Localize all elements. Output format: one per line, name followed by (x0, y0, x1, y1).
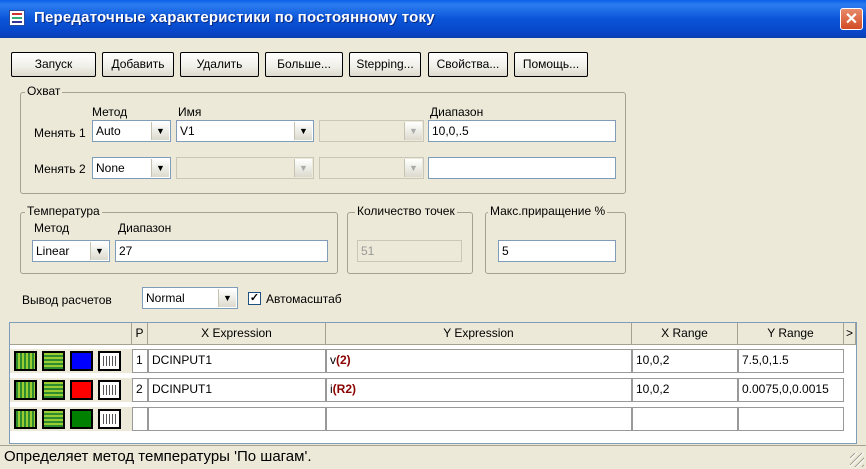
chevron-down-icon[interactable]: ▼ (151, 159, 169, 177)
table-header-corner (10, 323, 132, 345)
max-step-group-label: Макс.приращение % (488, 204, 608, 218)
y-argument: (2) (336, 353, 351, 367)
temperature-range-label: Диапазон (118, 221, 172, 235)
table-header-y-expression[interactable]: Y Expression (326, 323, 632, 345)
temperature-method-value: Linear (36, 244, 70, 258)
curve-color-swatch[interactable] (70, 351, 93, 371)
chevron-down-icon[interactable]: ▼ (294, 122, 312, 140)
table-row-3-y-expression[interactable] (326, 407, 632, 431)
output-value: Normal (146, 291, 185, 305)
grid-style-icon[interactable] (42, 409, 65, 429)
temperature-group-label: Температура (25, 204, 102, 218)
point-style-icon[interactable] (98, 380, 121, 400)
table-row-2-p[interactable]: 2 (132, 378, 148, 402)
resize-grip-icon[interactable] (850, 453, 864, 467)
vary2-name-select: ▼ (176, 157, 314, 179)
plot-table: P X Expression Y Expression X Range Y Ra… (9, 322, 857, 444)
table-row-1-y-range[interactable]: 7.5,0,1.5 (738, 349, 844, 373)
table-row-2-x-expression[interactable]: DCINPUT1 (148, 378, 326, 402)
close-button[interactable]: ✕ (840, 8, 863, 30)
properties-button[interactable]: Свойства... (428, 52, 508, 77)
delete-button[interactable]: Удалить (180, 52, 259, 77)
line-style-icon[interactable] (14, 409, 37, 429)
vary1-method-value: Auto (96, 124, 121, 138)
chevron-down-icon[interactable]: ▼ (90, 242, 108, 260)
y-argument: (R2) (332, 382, 357, 396)
vary1-name-select[interactable]: V1 ▼ (176, 120, 314, 142)
chevron-down-icon[interactable]: ▼ (151, 122, 169, 140)
vary1-method-select[interactable]: Auto ▼ (92, 120, 171, 142)
sweep-group-label: Охват (25, 84, 63, 98)
vary1-name-value: V1 (180, 124, 195, 138)
sweep-method-label: Метод (92, 105, 128, 119)
table-row-2-x-range[interactable]: 10,0,2 (632, 378, 738, 402)
table-row-1-x-range[interactable]: 10,0,2 (632, 349, 738, 373)
chevron-down-icon: ▼ (404, 159, 422, 177)
chevron-down-icon: ▼ (404, 122, 422, 140)
table-row-2-y-range[interactable]: 0.0075,0,0.0015 (738, 378, 844, 402)
table-row-3-x-expression[interactable] (148, 407, 326, 431)
chevron-down-icon[interactable]: ▼ (218, 289, 236, 307)
chevron-down-icon: ▼ (294, 159, 312, 177)
table-header-y-range[interactable]: Y Range (738, 323, 844, 345)
sweep-name-label: Имя (178, 105, 202, 119)
table-row-2-controls (10, 378, 132, 402)
vary1-param-select: ▼ (319, 120, 424, 142)
table-row-1-controls (10, 349, 132, 373)
vary2-method-value: None (96, 161, 125, 175)
title-bar[interactable]: Передаточные характеристики по постоянно… (0, 0, 866, 38)
table-scroll-right-button[interactable]: > (844, 323, 856, 345)
autoscale-label: Автомасштаб (266, 292, 342, 306)
point-style-icon[interactable] (98, 351, 121, 371)
autoscale-checkbox[interactable]: ✓ (248, 292, 261, 305)
vary1-label: Менять 1 (34, 126, 86, 140)
vary2-range-input[interactable] (428, 157, 616, 179)
vary2-label: Менять 2 (34, 162, 86, 176)
sweep-range-label: Диапазон (430, 105, 484, 119)
table-header-x-expression[interactable]: X Expression (148, 323, 326, 345)
temperature-range-input[interactable]: 27 (115, 240, 328, 262)
stepping-button[interactable]: Stepping... (349, 52, 421, 77)
table-row-2-y-expression[interactable]: i(R2) (326, 378, 632, 402)
window-title: Передаточные характеристики по постоянно… (34, 9, 435, 26)
app-icon (9, 10, 25, 26)
table-row-3-controls (10, 407, 132, 431)
line-style-icon[interactable] (14, 351, 37, 371)
status-text: Определяет метод температуры 'По шагам'. (4, 448, 312, 465)
curve-color-swatch[interactable] (70, 380, 93, 400)
run-button[interactable]: Запуск (11, 52, 96, 77)
temperature-method-label: Метод (34, 221, 70, 235)
curve-color-swatch[interactable] (70, 409, 93, 429)
table-row-1-y-expression[interactable]: v(2) (326, 349, 632, 373)
points-input: 51 (357, 240, 462, 262)
table-row-1-p[interactable]: 1 (132, 349, 148, 373)
more-button[interactable]: Больше... (265, 52, 343, 77)
vary2-method-select[interactable]: None ▼ (92, 157, 171, 179)
table-row-3-p[interactable] (132, 407, 148, 431)
table-row-1-x-expression[interactable]: DCINPUT1 (148, 349, 326, 373)
table-row-3-x-range[interactable] (632, 407, 738, 431)
add-button[interactable]: Добавить (102, 52, 174, 77)
temperature-method-select[interactable]: Linear ▼ (32, 240, 110, 262)
line-style-icon[interactable] (14, 380, 37, 400)
output-label: Вывод расчетов (22, 293, 112, 307)
points-group-label: Количество точек (355, 204, 457, 218)
grid-style-icon[interactable] (42, 351, 65, 371)
table-header-x-range[interactable]: X Range (632, 323, 738, 345)
point-style-icon[interactable] (98, 409, 121, 429)
table-row-3-y-range[interactable] (738, 407, 844, 431)
status-bar: Определяет метод температуры 'По шагам'. (0, 445, 866, 469)
vary2-param-select: ▼ (319, 157, 424, 179)
grid-style-icon[interactable] (42, 380, 65, 400)
table-header-p[interactable]: P (132, 323, 148, 345)
output-select[interactable]: Normal ▼ (142, 287, 238, 309)
dc-transfer-dialog: Передаточные характеристики по постоянно… (0, 0, 866, 469)
vary1-range-input[interactable]: 10,0,.5 (428, 120, 616, 142)
help-button[interactable]: Помощь... (514, 52, 588, 77)
max-step-input[interactable]: 5 (498, 240, 616, 262)
